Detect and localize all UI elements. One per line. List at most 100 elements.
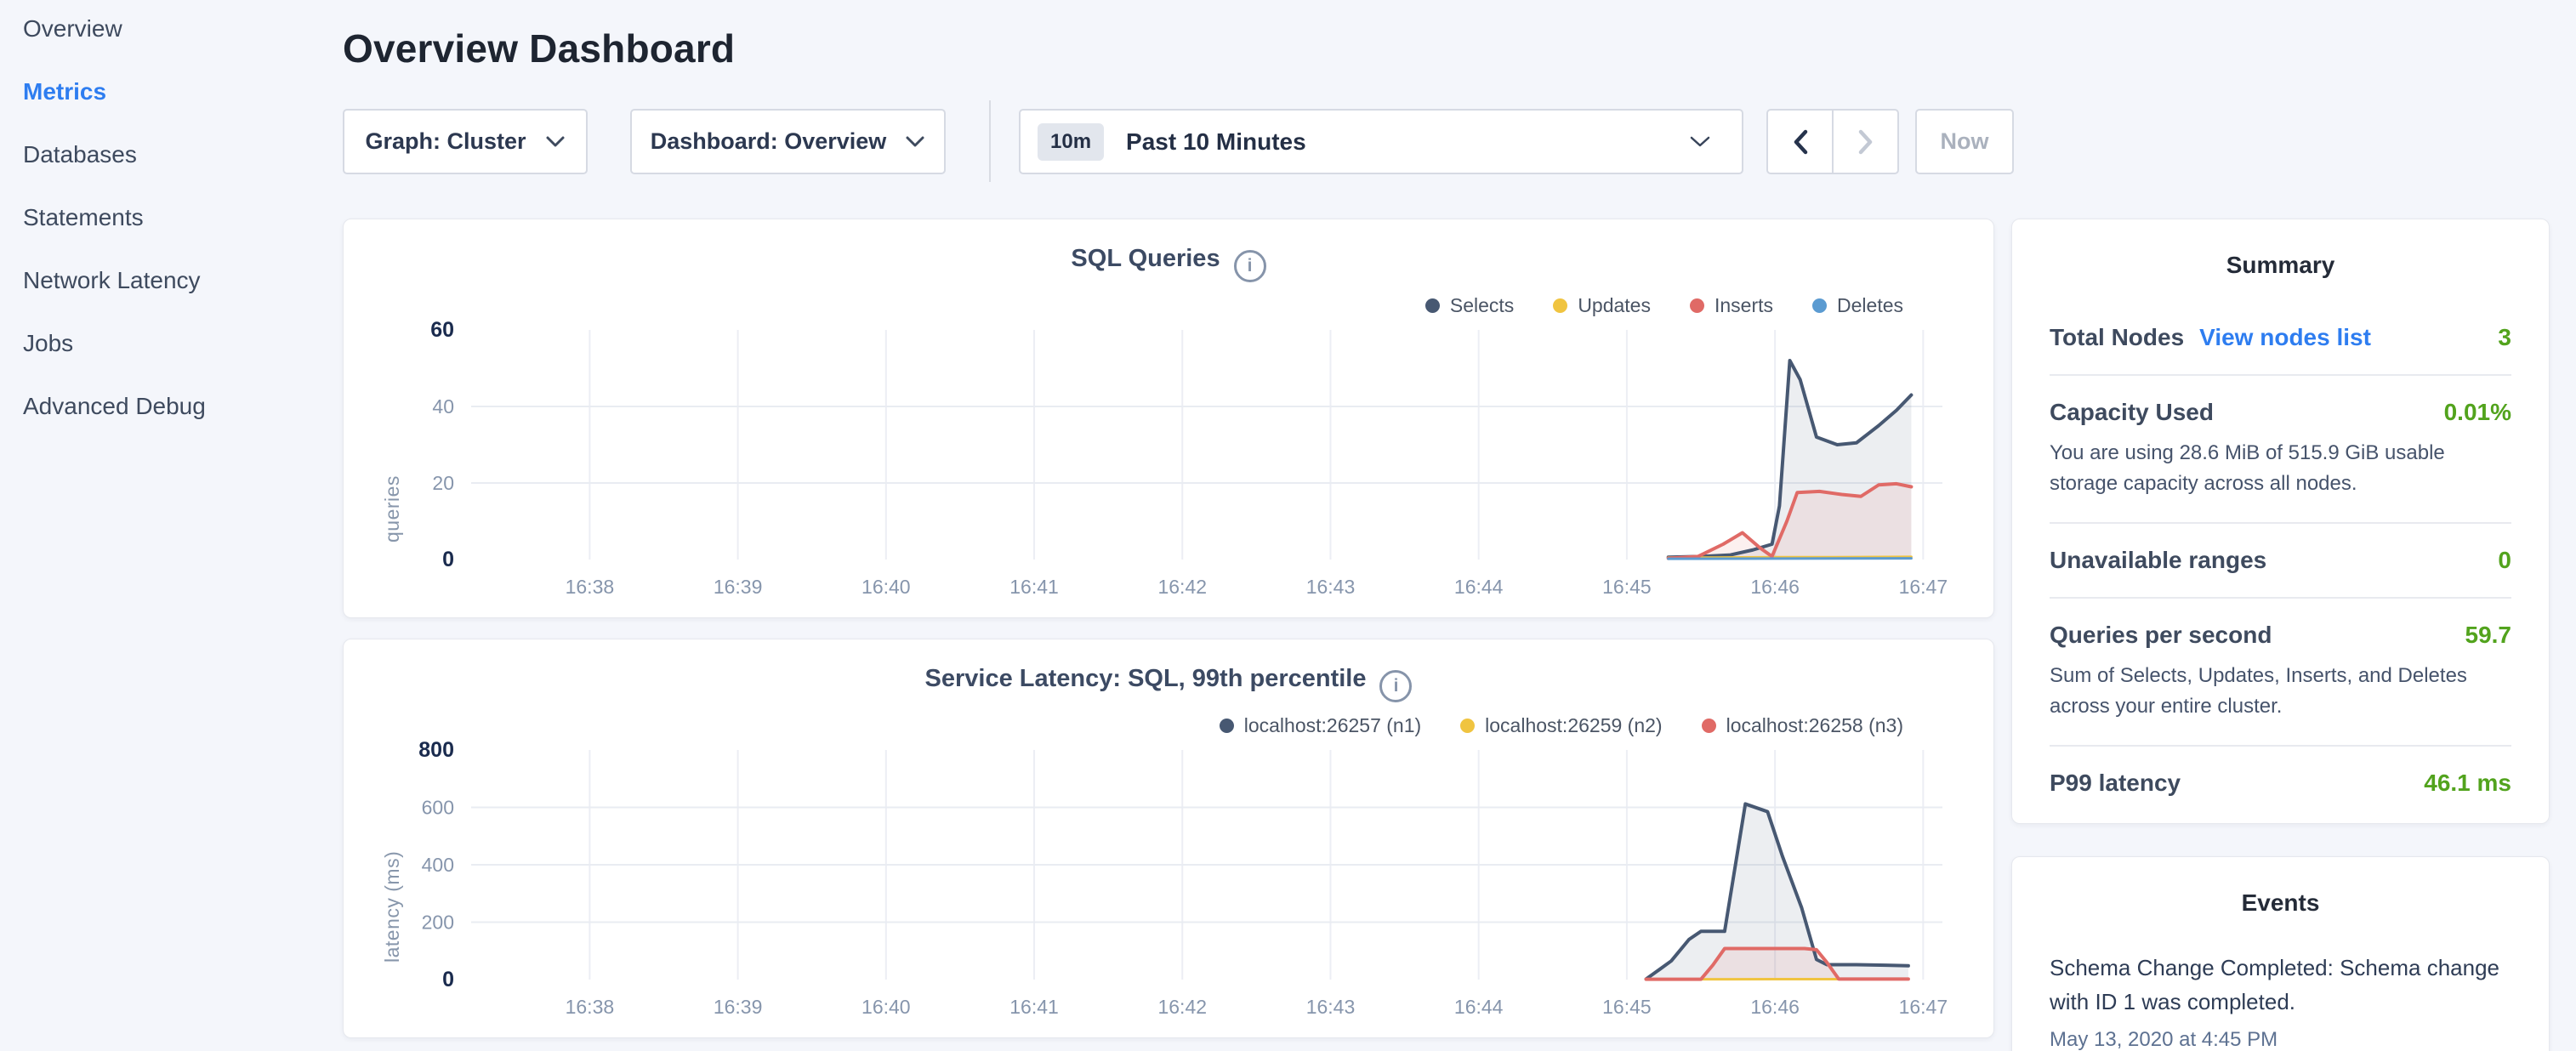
chevron-down-icon (545, 135, 566, 149)
svg-text:800: 800 (418, 738, 454, 762)
sidebar-item-advanced-debug[interactable]: Advanced Debug (23, 393, 206, 420)
svg-text:20: 20 (432, 472, 454, 494)
sidebar-item-metrics[interactable]: Metrics (23, 78, 106, 105)
legend-dot-icon (1702, 719, 1716, 733)
svg-text:16:39: 16:39 (714, 576, 763, 598)
svg-text:16:40: 16:40 (862, 576, 911, 598)
chart-legend: Selects Updates Inserts Deletes (1425, 294, 1903, 317)
app-root: Overview Metrics Databases Statements Networ… (0, 0, 2576, 1051)
events-panel: Events Schema Change Completed: Schema c… (2011, 856, 2550, 1051)
svg-text:16:47: 16:47 (1899, 996, 1948, 1018)
chart-title: SQL Queriesi (344, 245, 1993, 282)
event-timestamp: May 13, 2020 at 4:45 PM (2050, 1028, 2511, 1051)
sidebar-item-jobs[interactable]: Jobs (23, 330, 73, 357)
svg-text:16:45: 16:45 (1602, 996, 1652, 1018)
summary-panel: Summary Total NodesView nodes list3Capac… (2011, 219, 2550, 824)
summary-row-label: P99 latency (2050, 770, 2181, 797)
svg-text:16:44: 16:44 (1454, 996, 1504, 1018)
legend-item-deletes[interactable]: Deletes (1812, 294, 1903, 317)
svg-text:16:38: 16:38 (566, 996, 615, 1018)
sidebar-item-overview[interactable]: Overview (23, 15, 122, 43)
view-nodes-list-link[interactable]: View nodes list (2199, 324, 2371, 351)
legend-label: localhost:26258 (n3) (1726, 714, 1903, 737)
summary-row-unavailable-ranges: Unavailable ranges 0 (2050, 524, 2511, 599)
time-range-badge: 10m (1038, 123, 1104, 161)
legend-label: Updates (1578, 294, 1651, 317)
svg-text:16:39: 16:39 (714, 996, 763, 1018)
legend-label: Inserts (1714, 294, 1773, 317)
svg-text:0: 0 (442, 548, 454, 571)
chart-title-text: Service Latency: SQL, 99th percentile (925, 665, 1367, 692)
legend-dot-icon (1220, 719, 1234, 733)
summary-title: Summary (2050, 219, 2511, 279)
legend-dot-icon (1460, 719, 1475, 733)
time-back-button[interactable] (1768, 111, 1832, 173)
svg-text:16:42: 16:42 (1157, 996, 1207, 1018)
svg-text:0: 0 (442, 968, 454, 991)
svg-text:40: 40 (432, 395, 454, 418)
svg-text:16:43: 16:43 (1306, 996, 1356, 1018)
legend-item-localhost-26257-n1[interactable]: localhost:26257 (n1) (1220, 714, 1421, 737)
info-icon[interactable]: i (1379, 670, 1412, 702)
chevron-right-icon (1857, 129, 1874, 155)
dashboard-dropdown-label: Dashboard: Overview (651, 128, 887, 155)
legend-item-inserts[interactable]: Inserts (1690, 294, 1773, 317)
event-text: Schema Change Completed: Schema change w… (2050, 951, 2511, 1020)
sidebar-item-network-latency[interactable]: Network Latency (23, 267, 201, 294)
summary-row-value: 59.7 (2465, 622, 2512, 649)
summary-row-total-nodes: Total NodesView nodes list3 (2050, 301, 2511, 376)
svg-text:16:42: 16:42 (1157, 576, 1207, 598)
svg-text:400: 400 (422, 854, 454, 876)
chart-plot: 16:3816:3916:4016:4116:4216:4316:4416:45… (369, 317, 1968, 615)
now-button[interactable]: Now (1915, 109, 2014, 174)
summary-row-capacity-used: Capacity Used 0.01% You are using 28.6 MiB… (2050, 376, 2511, 524)
legend-dot-icon (1690, 298, 1704, 313)
chart-plot: 16:38 16:39 16:40 16:41 16:42 16:43 16:44 16:45… (369, 737, 1968, 1035)
svg-text:16:40: 16:40 (862, 996, 911, 1018)
time-pager (1766, 109, 1899, 174)
sql-queries-chart-card: SQL Queriesi Selects Updates Inserts Delete… (343, 219, 1994, 618)
legend-item-localhost-26258-n3[interactable]: localhost:26258 (n3) (1702, 714, 1903, 737)
graph-dropdown-label: Graph: Cluster (365, 128, 526, 155)
legend-item-selects[interactable]: Selects (1425, 294, 1514, 317)
legend-label: localhost:26259 (n2) (1485, 714, 1662, 737)
events-title: Events (2050, 857, 2511, 917)
events-list: Schema Change Completed: Schema change w… (2050, 951, 2511, 1051)
page-title: Overview Dashboard (343, 26, 735, 71)
chart-title: Service Latency: SQL, 99th percentile i (344, 665, 1993, 702)
legend-item-updates[interactable]: Updates (1553, 294, 1651, 317)
summary-row-value: 3 (2498, 324, 2511, 351)
chevron-down-icon (1689, 135, 1711, 149)
summary-row-value: 46.1 ms (2424, 770, 2511, 797)
svg-text:16:46: 16:46 (1750, 996, 1800, 1018)
time-range-selector[interactable]: 10m Past 10 Minutes (1019, 109, 1743, 174)
sidebar-item-statements[interactable]: Statements (23, 204, 144, 231)
svg-text:16:47: 16:47 (1899, 576, 1948, 598)
sidebar-item-databases[interactable]: Databases (23, 141, 137, 168)
svg-text:16:45: 16:45 (1602, 576, 1652, 598)
summary-row-label: Capacity Used (2050, 399, 2214, 426)
summary-row-value: 0 (2498, 547, 2511, 574)
summary-rows: Total NodesView nodes list3Capacity Used… (2050, 301, 2511, 820)
legend-dot-icon (1553, 298, 1567, 313)
summary-row-label: Unavailable ranges (2050, 547, 2266, 574)
sidebar: Overview Metrics Databases Statements Networ… (23, 15, 312, 456)
svg-text:16:41: 16:41 (1009, 996, 1059, 1018)
toolbar-divider (989, 100, 991, 182)
chart-legend: localhost:26257 (n1) localhost:26259 (n2)… (1220, 714, 1903, 737)
info-icon[interactable]: i (1234, 250, 1266, 282)
summary-row-description: You are using 28.6 MiB of 515.9 GiB usab… (2050, 438, 2511, 499)
legend-label: Deletes (1837, 294, 1903, 317)
legend-dot-icon (1425, 298, 1440, 313)
chevron-down-icon (905, 135, 925, 149)
chevron-left-icon (1792, 129, 1809, 155)
time-forward-button[interactable] (1832, 111, 1897, 173)
legend-label: Selects (1450, 294, 1514, 317)
summary-row-value: 0.01% (2444, 399, 2511, 426)
summary-row-queries-per-second: Queries per second59.7Sum of Selects, Up… (2050, 599, 2511, 747)
svg-text:200: 200 (422, 912, 454, 934)
dashboard-dropdown[interactable]: Dashboard: Overview (630, 109, 946, 174)
svg-text:16:41: 16:41 (1009, 576, 1059, 598)
graph-dropdown[interactable]: Graph: Cluster (343, 109, 588, 174)
legend-item-localhost-26259-n2[interactable]: localhost:26259 (n2) (1460, 714, 1662, 737)
